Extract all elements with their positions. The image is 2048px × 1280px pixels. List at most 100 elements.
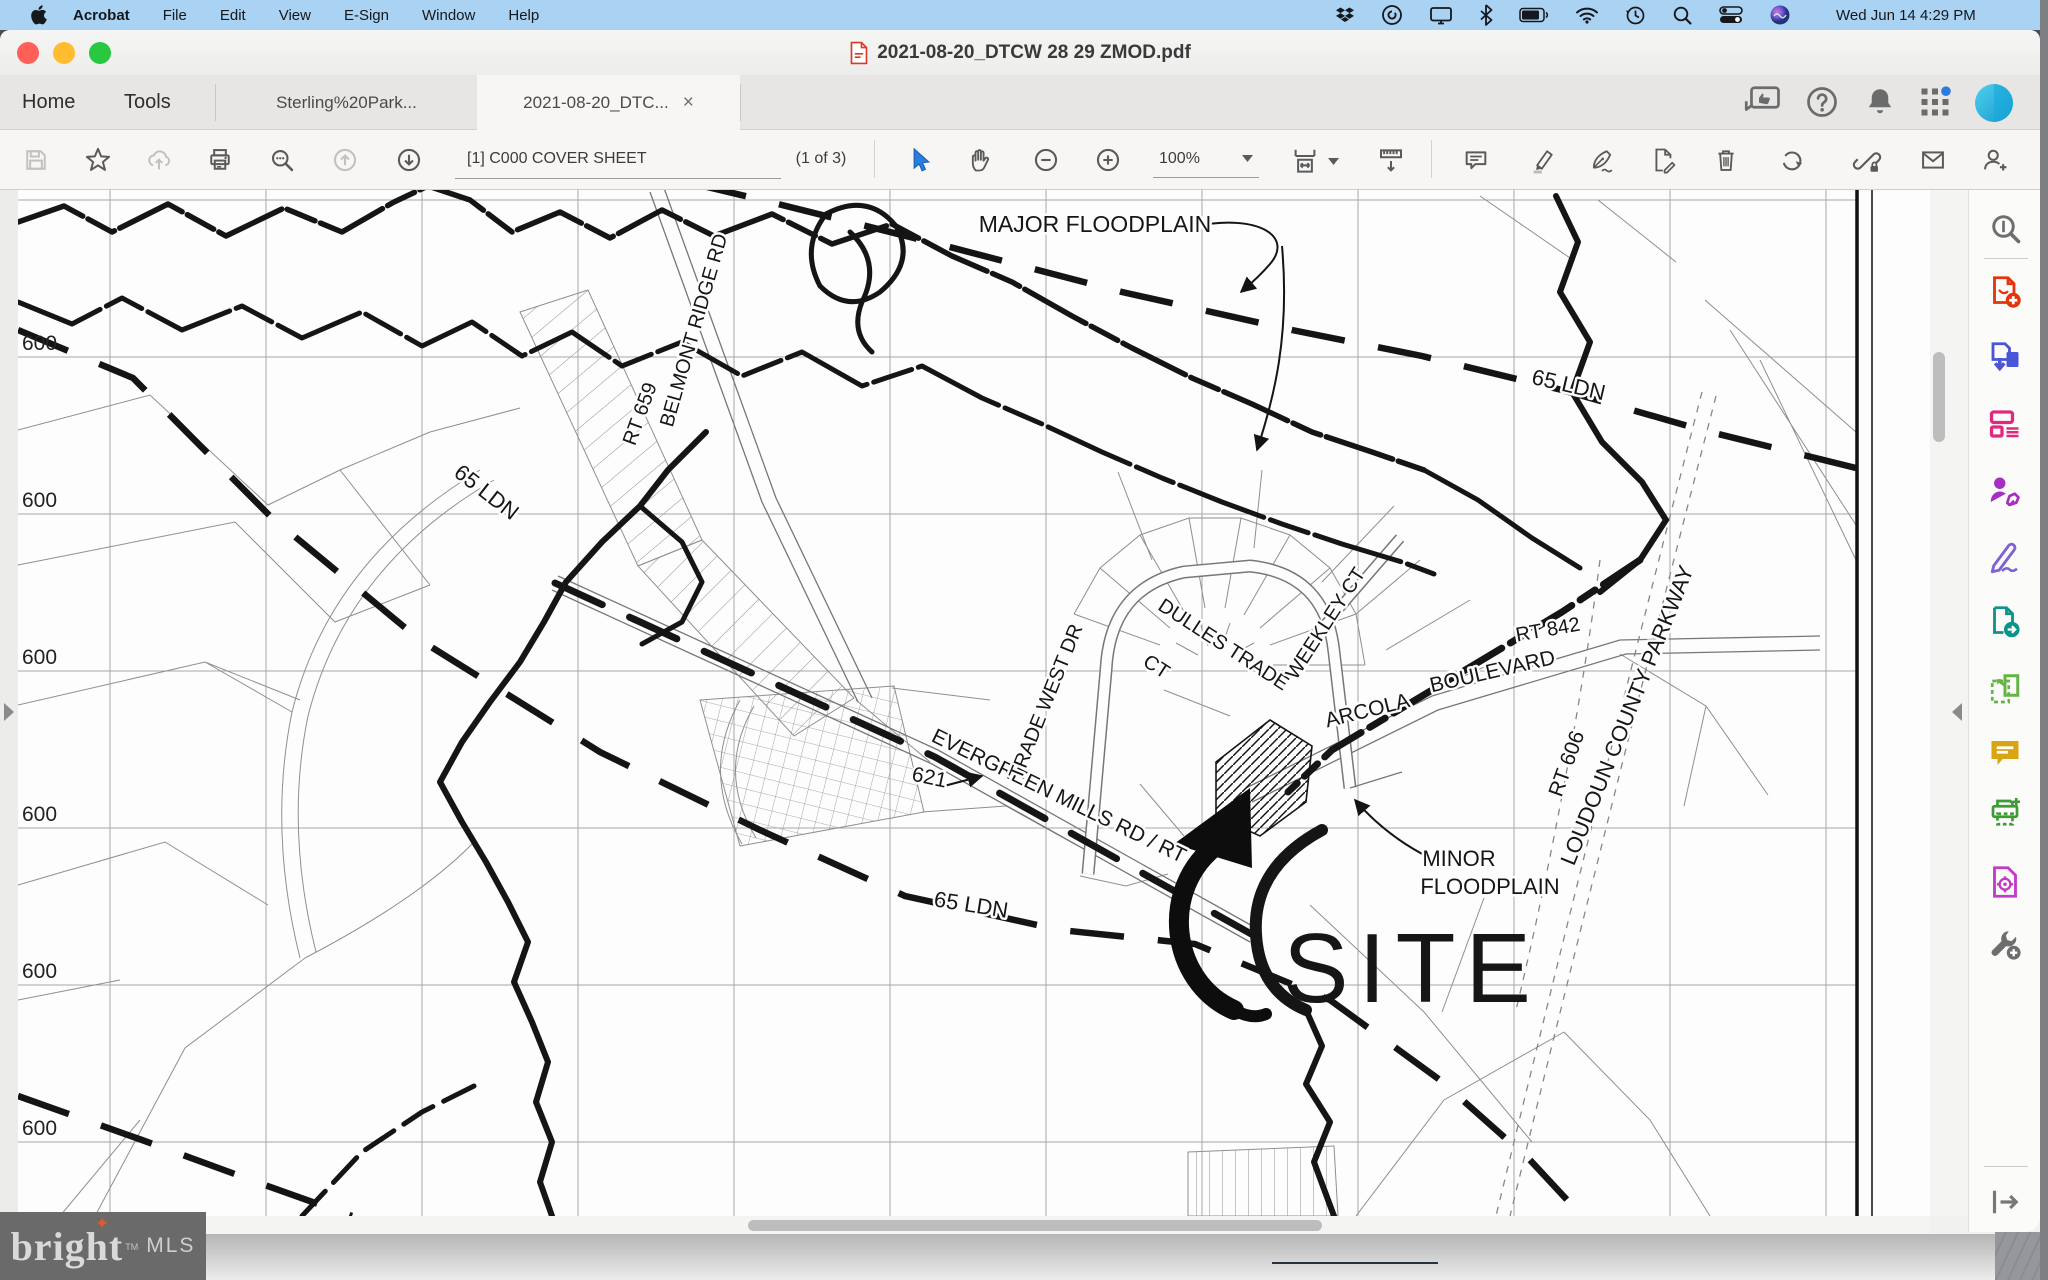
siri-icon[interactable]: [1769, 4, 1791, 26]
scan-ocr-icon[interactable]: [1987, 864, 2023, 900]
pdf-map-canvas[interactable]: 600 600 600 600 600 600 MAJOR FLOODPLAIN…: [18, 190, 1930, 1216]
zoom-in-icon[interactable]: [1094, 146, 1122, 174]
highlight-icon[interactable]: [1529, 146, 1557, 174]
expand-left-panel-icon[interactable]: [4, 703, 14, 721]
map-label: MINOR: [1422, 846, 1495, 871]
svg-text:600: 600: [22, 646, 57, 669]
menu-status-icons: [1335, 0, 1791, 30]
chevron-down-icon: [1242, 155, 1253, 162]
menu-item-window[interactable]: Window: [422, 7, 475, 24]
vertical-scrollbar-thumb[interactable]: [1933, 352, 1945, 442]
help-icon[interactable]: [1804, 84, 1840, 120]
svg-text:600: 600: [22, 960, 57, 983]
delete-icon[interactable]: [1712, 146, 1740, 174]
email-icon[interactable]: [1919, 146, 1947, 174]
menu-item-esign[interactable]: E-Sign: [344, 7, 389, 24]
collapse-right-panel-icon[interactable]: [1952, 703, 1962, 721]
toolbar-divider: [1431, 140, 1432, 178]
zoom-out-icon[interactable]: [1032, 146, 1060, 174]
tab-label: 2021-08-20_DTC...: [523, 93, 669, 113]
window-title: 2021-08-20_DTCW 28 29 ZMOD.pdf: [877, 42, 1191, 64]
fill-and-sign-icon[interactable]: [1987, 538, 2023, 574]
horizontal-scrollbar-thumb[interactable]: [748, 1220, 1322, 1231]
watermark-tm: TM: [125, 1242, 138, 1252]
watermark-brand: bright✦: [11, 1223, 124, 1270]
bluetooth-icon[interactable]: [1479, 4, 1493, 26]
menu-bar: Acrobat File Edit View E-Sign Window Hel…: [0, 0, 2048, 30]
menu-item-edit[interactable]: Edit: [220, 7, 246, 24]
menu-clock[interactable]: Wed Jun 14 4:29 PM: [1836, 0, 1976, 30]
dropbox-icon[interactable]: [1335, 5, 1355, 25]
background-edge-line: [1272, 1262, 1438, 1264]
menu-item-file[interactable]: File: [163, 7, 187, 24]
menu-item-help[interactable]: Help: [508, 7, 539, 24]
feedback-icon[interactable]: [1742, 84, 1782, 120]
vertical-scrollbar[interactable]: [1930, 190, 1968, 1216]
print-production-icon[interactable]: [1987, 795, 2023, 831]
zoom-level-select[interactable]: 100%: [1153, 140, 1259, 178]
zoom-level-value: 100%: [1159, 150, 1200, 168]
tab-separator: [740, 84, 741, 121]
map-label: SITE: [1283, 913, 1541, 1023]
chevron-down-icon[interactable]: [1328, 158, 1339, 165]
control-center-icon[interactable]: [1719, 6, 1743, 24]
page-display-icon[interactable]: [1376, 146, 1406, 176]
spotlight-icon[interactable]: [1672, 5, 1693, 26]
menu-item-view[interactable]: View: [279, 7, 311, 24]
wifi-icon[interactable]: [1575, 6, 1599, 24]
edit-page-icon[interactable]: [1650, 146, 1678, 174]
comment-tool-icon[interactable]: [1987, 735, 2023, 771]
svg-text:600: 600: [22, 1117, 57, 1140]
window-title-group: 2021-08-20_DTCW 28 29 ZMOD.pdf: [0, 30, 2040, 75]
page-down-icon[interactable]: [395, 146, 423, 174]
send-pdf-icon[interactable]: [1987, 604, 2023, 640]
tab-active-document[interactable]: 2021-08-20_DTC... ×: [477, 75, 740, 130]
bookmark-field-value: [1] C000 COVER SHEET: [455, 150, 647, 168]
battery-icon[interactable]: [1519, 7, 1549, 23]
map-label: MAJOR FLOODPLAIN: [979, 211, 1212, 237]
add-user-icon[interactable]: [1981, 146, 2009, 174]
search-zoom-icon[interactable]: [268, 146, 296, 174]
creative-cloud-icon[interactable]: [1381, 4, 1403, 26]
panel-divider: [1984, 258, 2028, 259]
edit-pdf-icon[interactable]: [1987, 406, 2023, 442]
toolbar-divider: [874, 140, 875, 178]
create-pdf-icon[interactable]: [1987, 274, 2023, 310]
nav-tools[interactable]: Tools: [124, 75, 171, 130]
notifications-icon[interactable]: [1862, 84, 1898, 120]
tab-sterling-park[interactable]: Sterling%20Park...: [216, 75, 477, 130]
link-icon[interactable]: [1852, 146, 1882, 176]
select-tool-icon[interactable]: [906, 146, 934, 174]
panel-divider: [1984, 1166, 2028, 1167]
fit-width-icon[interactable]: [1290, 146, 1320, 176]
more-tools-icon[interactable]: [1987, 926, 2023, 962]
apple-icon[interactable]: [30, 5, 47, 25]
export-pdf-icon[interactable]: [1987, 340, 2023, 376]
nav-home[interactable]: Home: [22, 75, 75, 130]
svg-text:600: 600: [22, 803, 57, 826]
request-signatures-icon[interactable]: [1987, 472, 2023, 508]
rotate-icon[interactable]: [1778, 146, 1806, 174]
display-icon[interactable]: [1429, 5, 1453, 25]
menu-item-acrobat[interactable]: Acrobat: [73, 7, 130, 24]
cloud-upload-icon[interactable]: [145, 146, 173, 174]
time-machine-icon[interactable]: [1625, 5, 1646, 26]
crop-pages-icon[interactable]: [1987, 672, 2023, 708]
watermark-suffix: MLS: [146, 1234, 195, 1258]
hand-tool-icon[interactable]: [967, 146, 995, 174]
search-tool-icon[interactable]: [1987, 210, 2023, 246]
save-icon[interactable]: [22, 146, 50, 174]
print-icon[interactable]: [206, 146, 234, 174]
bookmark-field[interactable]: [1] C000 COVER SHEET: [455, 140, 781, 179]
comment-icon[interactable]: [1462, 146, 1490, 174]
tab-close-icon[interactable]: ×: [683, 93, 694, 112]
avatar[interactable]: [1975, 84, 2013, 122]
sign-icon[interactable]: [1588, 146, 1616, 174]
app-grid-icon[interactable]: [1917, 84, 1953, 120]
star-icon[interactable]: [84, 146, 112, 174]
tab-label: Sterling%20Park...: [276, 93, 417, 113]
page-indicator: (1 of 3): [786, 140, 856, 178]
svg-text:600: 600: [22, 489, 57, 512]
collapse-panel-icon[interactable]: [1987, 1184, 2023, 1220]
page-up-icon[interactable]: [331, 146, 359, 174]
